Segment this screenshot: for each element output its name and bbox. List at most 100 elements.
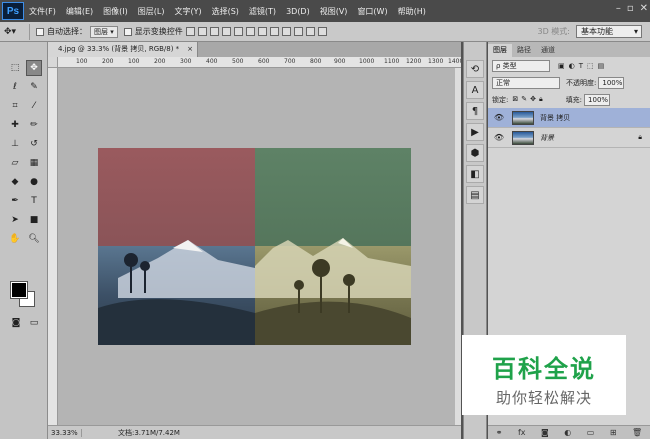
menu-window[interactable]: 窗口(W)	[352, 6, 392, 17]
align-right-icon[interactable]	[245, 27, 255, 36]
vertical-ruler[interactable]	[48, 68, 58, 425]
character-panel-icon[interactable]: A	[466, 81, 484, 99]
menu-filter[interactable]: 滤镜(T)	[244, 6, 281, 17]
eraser-tool-icon[interactable]: ▱	[7, 155, 23, 171]
move-tool-preset[interactable]: ✥▾	[4, 23, 30, 40]
align-bottom-icon[interactable]	[209, 27, 219, 36]
align-left-icon[interactable]	[221, 27, 231, 36]
tab-layers[interactable]: 图层	[488, 44, 512, 57]
properties-panel-icon[interactable]: ▤	[466, 186, 484, 204]
zoom-level[interactable]: 33.33%	[48, 428, 82, 437]
align-top-icon[interactable]	[185, 27, 195, 36]
menu-3d[interactable]: 3D(D)	[281, 7, 315, 16]
eye-icon[interactable]: 👁︎	[492, 113, 506, 122]
timeline-panel-icon[interactable]: ▶	[466, 123, 484, 141]
document-info[interactable]: 文档:3.71M/7.42M	[118, 428, 180, 438]
mask-icon[interactable]: ◙	[541, 428, 549, 437]
ruler-origin[interactable]	[48, 57, 58, 68]
menu-image[interactable]: 图像(I)	[98, 6, 133, 17]
shape-tool-icon[interactable]: ■	[26, 212, 42, 228]
menu-edit[interactable]: 编辑(E)	[61, 6, 98, 17]
layer-row[interactable]: 👁︎ 背景 🔒︎	[488, 128, 650, 148]
horizontal-ruler[interactable]: 100 200 100 200 300 400 500 600 700 800 …	[58, 57, 461, 68]
eyedropper-tool-icon[interactable]: ⁄	[26, 98, 42, 114]
blend-mode-dropdown[interactable]: 正常	[492, 76, 560, 89]
menu-type[interactable]: 文字(Y)	[169, 6, 206, 17]
brush-tool-icon[interactable]: ✏	[26, 117, 42, 133]
tab-channels[interactable]: 通道	[536, 44, 560, 57]
tab-paths[interactable]: 路径	[512, 44, 536, 57]
history-brush-tool-icon[interactable]: ↺	[26, 136, 42, 152]
healing-brush-tool-icon[interactable]: ✚	[7, 117, 23, 133]
workspace-dropdown[interactable]: 基本功能 ▾	[576, 25, 642, 38]
quick-select-tool-icon[interactable]: ✎	[26, 79, 42, 95]
group-icon[interactable]: ▭	[587, 428, 595, 437]
zoom-tool-icon[interactable]: 🔍︎	[26, 231, 42, 247]
menu-help[interactable]: 帮助(H)	[393, 6, 431, 17]
opacity-input[interactable]: 100%	[598, 76, 625, 89]
ruler-label: 900	[334, 58, 346, 65]
marquee-tool-icon[interactable]: ⬚	[7, 60, 23, 76]
move-tool-icon[interactable]: ✥	[26, 60, 42, 76]
auto-select-checkbox[interactable]	[36, 27, 44, 36]
menu-file[interactable]: 文件(F)	[24, 6, 61, 17]
document-tab-bar: 4.jpg @ 33.3% (背景 拷贝, RGB/8) * ×	[48, 42, 461, 57]
eye-icon[interactable]: 👁︎	[492, 133, 506, 142]
panel-tabs: 图层 路径 通道	[488, 42, 650, 57]
type-tool-icon[interactable]: T	[26, 193, 42, 209]
ruler-label: 1100	[384, 58, 400, 65]
adjustment-icon[interactable]: ◐	[564, 428, 571, 437]
ruler-label: 700	[284, 58, 296, 65]
close-icon[interactable]: ✕	[640, 3, 648, 14]
vertical-scrollbar[interactable]	[455, 68, 461, 425]
menu-view[interactable]: 视图(V)	[315, 6, 353, 17]
trash-icon[interactable]: 🗑︎	[632, 428, 642, 437]
distribute-hcenter-icon[interactable]	[305, 27, 315, 36]
ruler-label: 400	[206, 58, 218, 65]
history-panel-icon[interactable]: ⟲	[466, 60, 484, 78]
crop-tool-icon[interactable]: ⌗	[7, 98, 23, 114]
gradient-tool-icon[interactable]: ▦	[26, 155, 42, 171]
link-icon[interactable]: ⚭	[496, 428, 503, 437]
menu-layer[interactable]: 图层(L)	[133, 6, 170, 17]
blur-tool-icon[interactable]: ◆	[7, 174, 23, 190]
document-image[interactable]	[98, 148, 411, 345]
document-tab[interactable]: 4.jpg @ 33.3% (背景 拷贝, RGB/8) * ×	[48, 42, 198, 57]
lock-options-icons[interactable]: ⊠✎✥🔒︎	[512, 95, 545, 104]
distribute-bottom-icon[interactable]	[281, 27, 291, 36]
pen-tool-icon[interactable]: ✒	[7, 193, 23, 209]
toolbox: ⬚ ✥ ℓ ✎ ⌗ ⁄ ✚ ✏ ⊥ ↺ ▱ ▦ ◆ ● ✒ T ➤ ■ ✋ 🔍︎…	[0, 42, 48, 439]
layer-row[interactable]: 👁︎ 背景 拷贝	[488, 108, 650, 128]
auto-select-dropdown[interactable]: 图层 ▾	[90, 25, 118, 38]
adjustments-panel-icon[interactable]: ◧	[466, 165, 484, 183]
distribute-right-icon[interactable]	[317, 27, 327, 36]
path-select-tool-icon[interactable]: ➤	[7, 212, 23, 228]
hand-tool-icon[interactable]: ✋	[7, 231, 23, 247]
clone-stamp-tool-icon[interactable]: ⊥	[7, 136, 23, 152]
foreground-color-swatch[interactable]	[10, 281, 28, 299]
distribute-vcenter-icon[interactable]	[269, 27, 279, 36]
menu-select[interactable]: 选择(S)	[207, 6, 244, 17]
paragraph-panel-icon[interactable]: ¶	[466, 102, 484, 120]
align-vcenter-icon[interactable]	[197, 27, 207, 36]
ruler-label: 1300	[428, 58, 444, 65]
close-tab-icon[interactable]: ×	[187, 42, 193, 57]
show-transform-checkbox[interactable]	[123, 27, 132, 36]
kind-filter-dropdown[interactable]: ρ 类型	[492, 59, 550, 72]
filter-type-icons[interactable]: ▣◐T⬚▤	[558, 62, 608, 70]
screen-mode-icon[interactable]: ▭	[26, 315, 42, 331]
align-hcenter-icon[interactable]	[233, 27, 243, 36]
lasso-tool-icon[interactable]: ℓ	[7, 79, 23, 95]
fill-input[interactable]: 100%	[584, 93, 611, 106]
distribute-top-icon[interactable]	[257, 27, 267, 36]
canvas-area[interactable]	[58, 68, 461, 425]
dodge-tool-icon[interactable]: ●	[26, 174, 42, 190]
quick-mask-icon[interactable]: ◙	[8, 315, 24, 331]
new-layer-icon[interactable]: ⊞	[610, 428, 617, 437]
distribute-left-icon[interactable]	[293, 27, 303, 36]
fx-icon[interactable]: fx	[518, 428, 526, 437]
minimize-icon[interactable]: –	[616, 3, 621, 14]
window-controls: – ▫ ✕	[616, 3, 648, 14]
restore-icon[interactable]: ▫	[627, 3, 634, 14]
3d-panel-icon[interactable]: ⬢	[466, 144, 484, 162]
